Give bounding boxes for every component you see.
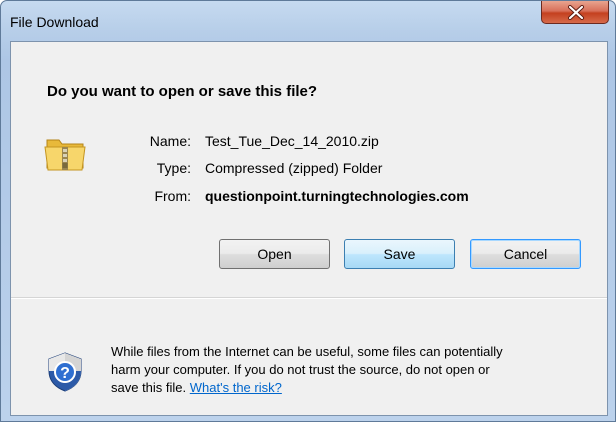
svg-text:?: ?	[60, 365, 70, 382]
type-label: Type:	[156, 160, 191, 176]
dialog-question: Do you want to open or save this file?	[47, 83, 318, 100]
name-label: Name:	[149, 133, 191, 149]
whats-the-risk-link[interactable]: What's the risk?	[190, 380, 282, 395]
security-warning-text: While files from the Internet can be use…	[111, 343, 581, 397]
warning-line-1: While files from the Internet can be use…	[111, 344, 503, 359]
dialog-client-area: Do you want to open or save this file? N…	[10, 41, 608, 416]
open-button[interactable]: Open	[219, 239, 330, 269]
file-download-dialog: File Download Do you want to open or sav…	[0, 0, 616, 422]
warning-line-2: harm your computer. If you do not trust …	[111, 362, 490, 377]
from-value: questionpoint.turningtechnologies.com	[205, 188, 469, 204]
zip-folder-icon	[44, 139, 86, 171]
security-shield-icon: ?	[48, 352, 82, 392]
file-info-panel: Do you want to open or save this file? N…	[11, 42, 607, 297]
from-label: From:	[154, 188, 191, 204]
save-button[interactable]: Save	[344, 239, 455, 269]
title-bar[interactable]: File Download	[1, 1, 615, 41]
warning-line-3: save this file.	[111, 380, 187, 395]
security-warning-panel: ? While files from the Internet can be u…	[11, 299, 607, 415]
close-button[interactable]	[541, 1, 609, 24]
close-icon	[568, 5, 584, 20]
cancel-button[interactable]: Cancel	[470, 239, 581, 269]
name-value: Test_Tue_Dec_14_2010.zip	[205, 133, 379, 149]
type-value: Compressed (zipped) Folder	[205, 160, 383, 176]
window-title: File Download	[10, 14, 99, 30]
